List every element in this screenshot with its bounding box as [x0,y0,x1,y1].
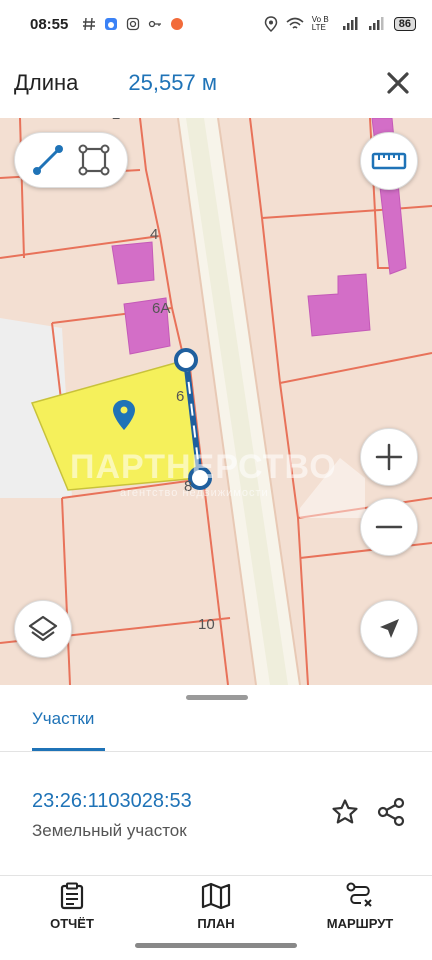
map-view[interactable]: 2 4 6А 6 8 10 ПАРТНЕРСТВО агентство недв… [0,118,432,685]
measurement-title: Длина [14,70,79,95]
nav-plan[interactable]: ПЛАН [144,876,288,937]
nav-route[interactable]: МАРШРУТ [288,876,432,937]
nav-report-label: ОТЧЁТ [50,916,94,931]
instagram-icon [127,17,140,31]
measure-mode-toggle [14,132,128,188]
measure-area-button[interactable] [74,140,114,180]
navigation-arrow-icon [380,619,399,638]
zoom-in-button[interactable] [360,428,418,486]
route-icon [346,882,372,907]
my-location-button[interactable] [360,600,418,658]
parcel-type: Земельный участок [32,821,187,840]
weather-icon [105,18,118,30]
share-icon [377,797,405,827]
watermark-text: ПАРТНЕРСТВО [70,448,337,486]
divider [0,751,432,752]
map-label-4: 4 [150,226,159,243]
app-notification-icon [171,18,184,30]
map-label-6: 6 [176,388,185,405]
parcel-cadastral-number[interactable]: 23:26:1103028:53 [32,790,192,813]
status-time: 08:55 [30,15,69,33]
measure-distance-button[interactable] [28,140,68,180]
watermark-subtext: агентство недвижимости [120,487,269,499]
plus-icon [375,443,403,471]
status-bar: 08:55 Vo B LTE 86 [0,0,432,48]
hash-icon [83,17,96,31]
status-system-icons: Vo B LTE 86 [264,16,416,32]
area-measure-icon [78,144,110,176]
location-icon [264,16,278,32]
measurement-header: Длина 25,557 м [0,48,432,118]
layers-icon [28,615,58,642]
nav-plan-label: ПЛАН [197,916,235,931]
map-label-2: 2 [112,118,120,123]
layers-button[interactable] [14,600,72,658]
report-icon [60,882,84,910]
info-sheet: Участки 23:26:1103028:53 Земельный участ… [0,685,432,875]
close-icon [387,72,409,94]
signal-2-icon [368,17,384,30]
cadastral-map [0,118,432,685]
tab-parcels[interactable]: Участки [32,709,94,729]
wifi-icon [286,17,304,29]
map-label-10: 10 [198,616,215,633]
share-button[interactable] [374,795,408,829]
nav-route-label: МАРШРУТ [326,916,394,931]
network-label: Vo B LTE [311,15,329,32]
star-icon [332,799,358,824]
zoom-out-button[interactable] [360,498,418,556]
minus-icon [375,525,403,529]
nav-report[interactable]: ОТЧЁТ [0,876,144,937]
signal-icon [342,17,358,30]
parcel-actions [328,795,408,829]
line-measure-icon [33,145,63,175]
map-icon [201,882,231,910]
battery-indicator: 86 [393,17,416,31]
key-icon [149,20,162,28]
status-notification-icons [82,17,184,31]
bottom-navigation: ОТЧЁТ ПЛАН МАРШРУТ [0,875,432,937]
measurement-value: 25,557 м [128,70,217,95]
favorite-button[interactable] [328,795,362,829]
close-button[interactable] [378,63,418,103]
ruler-icon [371,152,407,170]
system-gesture-bar[interactable] [135,943,297,948]
map-label-6a: 6А [152,300,171,317]
watermark-logo: ПАРТНЕРСТВО агентство недвижимости [70,448,337,499]
ruler-button[interactable] [360,132,418,190]
sheet-drag-handle[interactable] [186,695,248,700]
